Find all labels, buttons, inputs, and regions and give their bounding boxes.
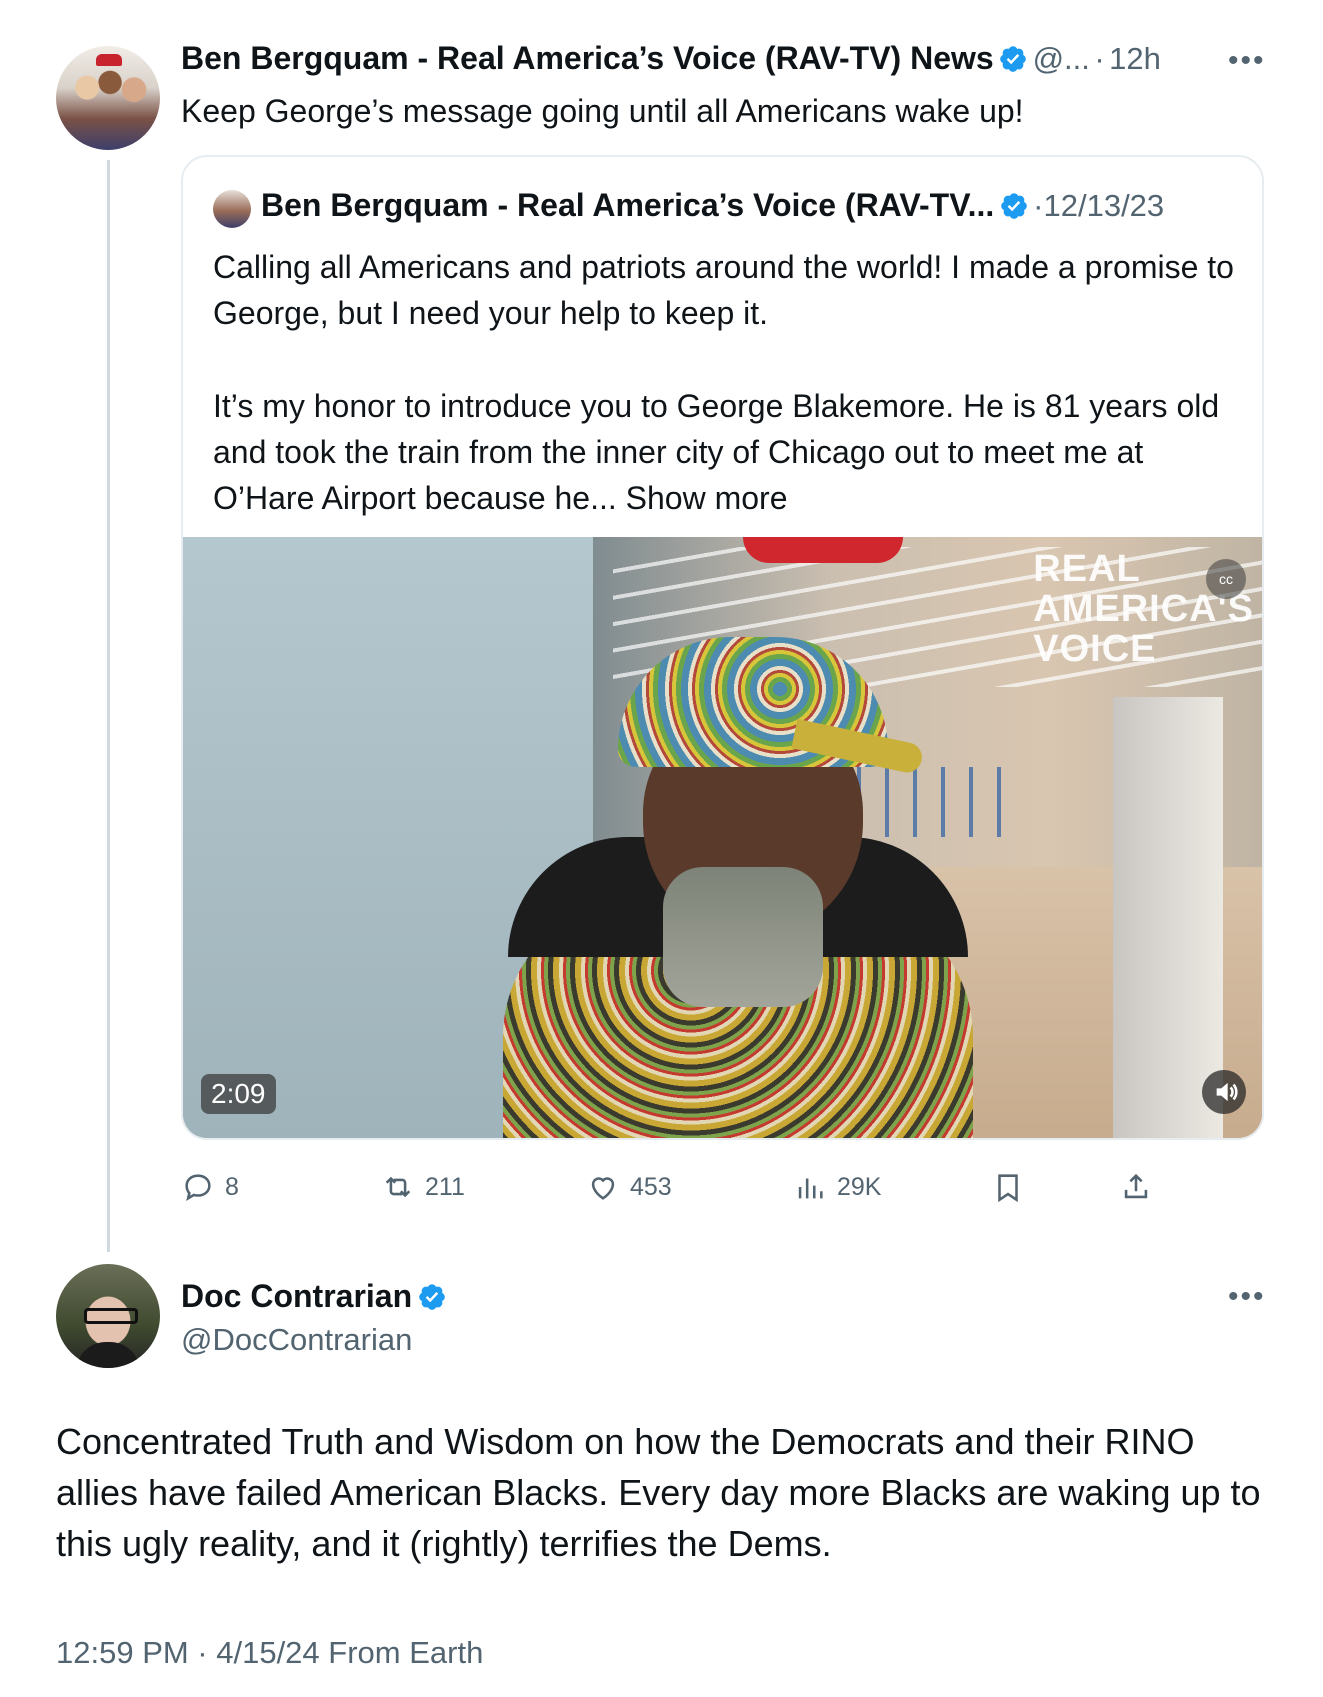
share-button[interactable] [1119, 1170, 1153, 1204]
views-button[interactable]: 29K [793, 1170, 881, 1204]
quoted-paragraph-2: It’s my honor to introduce you to George… [213, 383, 1243, 521]
like-count: 453 [630, 1172, 672, 1201]
thread-connector-line [107, 160, 110, 1252]
show-more-link[interactable]: Show more [626, 480, 788, 516]
captions-icon[interactable]: cc [1206, 559, 1246, 599]
quoted-author-avatar [213, 190, 251, 228]
tweet-header: Ben Bergquam - Real America’s Voice (RAV… [181, 40, 1211, 84]
repost-button[interactable]: 211 [381, 1170, 465, 1204]
main-tweet-text: Concentrated Truth and Wisdom on how the… [56, 1421, 1261, 1564]
reply-button[interactable]: 8 [181, 1170, 239, 1204]
separator-dot: · [1094, 41, 1105, 76]
quoted-author-name: Ben Bergquam - Real America’s Voice (RAV… [261, 187, 995, 223]
quoted-tweet-card[interactable]: Ben Bergquam - Real America’s Voice (RAV… [181, 155, 1264, 1140]
reply-icon [185, 1174, 211, 1201]
views-chart-icon [798, 1178, 823, 1199]
author-avatar[interactable] [56, 1264, 160, 1368]
video-duration: 2:09 [201, 1074, 276, 1114]
quoted-tweet-date: ·12/13/23 [1033, 188, 1165, 223]
share-icon [1124, 1173, 1148, 1199]
more-options-icon[interactable]: ••• [1228, 44, 1266, 78]
quoted-paragraph-1: Calling all Americans and patriots aroun… [213, 249, 1234, 331]
more-options-icon[interactable]: ••• [1228, 1280, 1266, 1314]
author-handle[interactable]: @... [1033, 41, 1090, 76]
author-avatar[interactable] [56, 46, 160, 150]
bookmark-icon [998, 1174, 1018, 1203]
bookmark-button[interactable] [991, 1170, 1025, 1204]
author-handle[interactable]: @DocContrarian [181, 1322, 412, 1358]
video-frame-person [353, 597, 973, 1138]
video-frame-banner [743, 537, 903, 563]
reply-count: 8 [225, 1172, 239, 1201]
verified-badge-icon [1000, 193, 1027, 219]
video-player[interactable]: REAL AMERICA'S VOICE cc 2:09 [183, 537, 1262, 1138]
author-name[interactable]: Ben Bergquam - Real America’s Voice (RAV… [181, 40, 994, 76]
quoted-tweet-header: Ben Bergquam - Real America’s Voice (RAV… [261, 187, 1164, 224]
mute-toggle-icon[interactable] [1202, 1070, 1246, 1114]
like-button[interactable]: 453 [586, 1170, 672, 1204]
repost-count: 211 [425, 1172, 465, 1201]
author-name[interactable]: Doc Contrarian [181, 1278, 412, 1314]
views-count: 29K [837, 1172, 882, 1201]
main-tweet-header: Doc Contrarian [181, 1278, 447, 1315]
tweet-timestamp[interactable]: 12:59 PM · 4/15/24 From Earth [56, 1635, 483, 1671]
tweet-action-bar: 8 211 453 29K [181, 1170, 1181, 1214]
verified-badge-icon [418, 1284, 445, 1310]
tweet-time[interactable]: 12h [1109, 41, 1161, 76]
heart-icon [591, 1177, 615, 1200]
repost-icon [385, 1176, 411, 1198]
tweet-text: Keep George’s message going until all Am… [181, 93, 1024, 129]
verified-badge-icon [1000, 46, 1026, 72]
